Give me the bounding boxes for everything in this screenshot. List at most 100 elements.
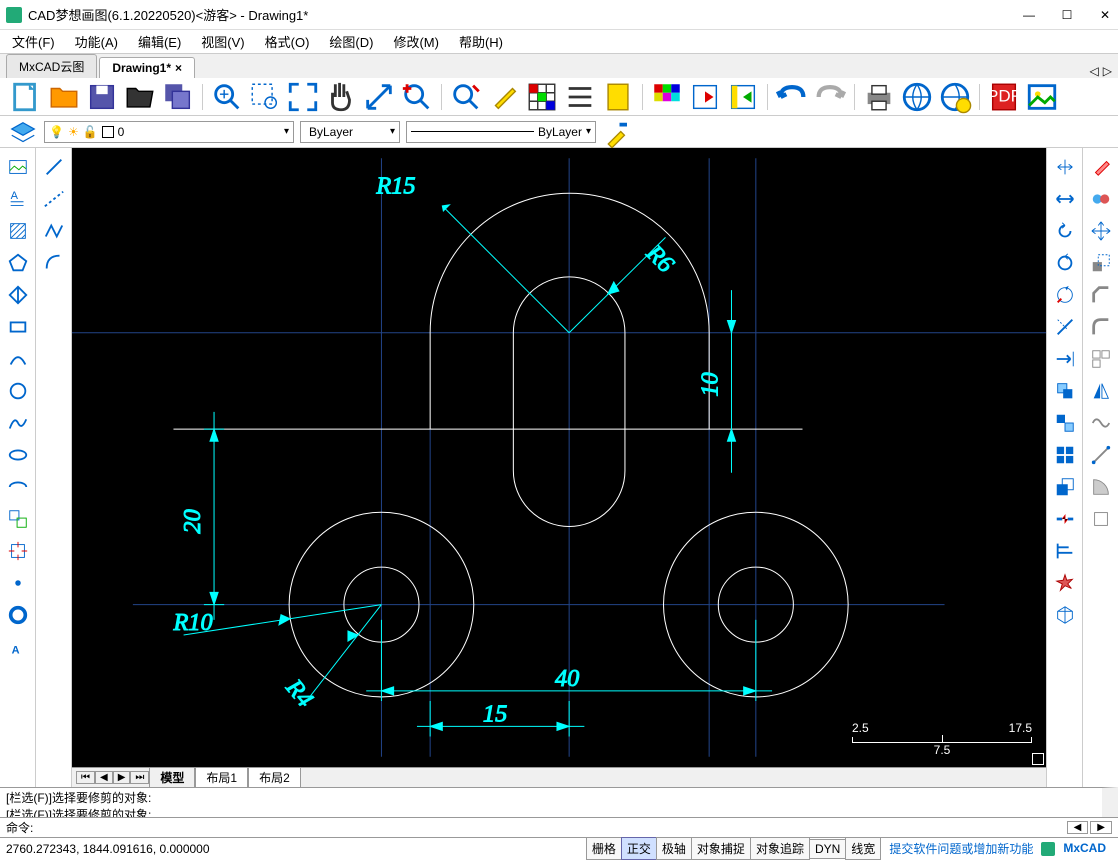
minimize-button[interactable]: — (1022, 8, 1036, 22)
explode-button[interactable] (1050, 568, 1080, 598)
polygon-button[interactable] (3, 280, 33, 310)
donut-button[interactable] (3, 600, 33, 630)
scale-rotate-button[interactable] (1050, 280, 1080, 310)
block-insert-button[interactable] (3, 504, 33, 534)
resize-grip[interactable] (1032, 753, 1044, 765)
save-multi-button[interactable] (160, 81, 196, 113)
misc-button[interactable] (1086, 504, 1116, 534)
toggle-grid[interactable]: 栅格 (586, 837, 622, 860)
menu-file[interactable]: 文件(F) (8, 30, 59, 53)
layer-dropdown[interactable]: 💡 ☀ 🔓 0 ▾ (44, 121, 294, 143)
close-button[interactable]: ✕ (1098, 8, 1112, 22)
zoom-in-button[interactable] (209, 81, 245, 113)
rotate-left-button[interactable] (1050, 216, 1080, 246)
extend-button[interactable] (1050, 344, 1080, 374)
toggle-dyn[interactable]: DYN (809, 839, 846, 859)
scale-button[interactable] (1086, 248, 1116, 278)
offset-button[interactable] (1050, 472, 1080, 502)
lengthen-button[interactable] (1086, 344, 1116, 374)
line-button[interactable] (39, 152, 69, 182)
stretch-button[interactable] (1050, 184, 1080, 214)
menu-edit[interactable]: 编辑(E) (134, 30, 185, 53)
zoom-previous-button[interactable] (399, 81, 435, 113)
brand[interactable]: MxCAD (1041, 841, 1112, 856)
xline-button[interactable] (39, 184, 69, 214)
menu-view[interactable]: 视图(V) (197, 30, 248, 53)
print-button[interactable] (861, 81, 897, 113)
web-settings-button[interactable] (937, 81, 973, 113)
layout-last-button[interactable]: ⏭ (130, 771, 149, 784)
menu-draw[interactable]: 绘图(D) (325, 30, 377, 53)
page-button[interactable] (600, 81, 636, 113)
mtext-button[interactable]: A (3, 184, 33, 214)
feedback-link[interactable]: 提交软件问题或增加新功能 (881, 840, 1041, 857)
color-dropdown[interactable]: ByLayer ▾ (300, 121, 400, 143)
layout1-tab[interactable]: 布局1 (195, 767, 248, 788)
diag-button[interactable] (1086, 440, 1116, 470)
tab-mxcad-cloud[interactable]: MxCAD云图 (6, 54, 97, 78)
linetype-dropdown[interactable]: ByLayer ▾ (406, 121, 596, 143)
mirror2-button[interactable] (1086, 376, 1116, 406)
toggle-otrack[interactable]: 对象追踪 (750, 837, 810, 860)
layout2-tab[interactable]: 布局2 (248, 767, 301, 788)
quarter-button[interactable] (1086, 472, 1116, 502)
new-button[interactable] (8, 81, 44, 113)
fillet-button[interactable] (1086, 312, 1116, 342)
layout-prev-button[interactable]: ◀ (95, 771, 113, 784)
zoom-extents-button[interactable] (285, 81, 321, 113)
block-make-button[interactable] (3, 536, 33, 566)
palette-button[interactable] (649, 81, 685, 113)
drawing-canvas[interactable]: R15 R6 10 20 (72, 148, 1046, 767)
text-button[interactable]: A (3, 632, 33, 662)
tab-prev-icon[interactable]: ◁ (1090, 64, 1099, 78)
list-button[interactable] (562, 81, 598, 113)
open-button[interactable] (46, 81, 82, 113)
tab-next-icon[interactable]: ▷ (1103, 64, 1112, 78)
arc3p-button[interactable] (39, 248, 69, 278)
layout-first-button[interactable]: ⏮ (76, 771, 95, 784)
toggle-lineweight[interactable]: 线宽 (845, 837, 881, 860)
menu-help[interactable]: 帮助(H) (455, 30, 507, 53)
rotate-button[interactable] (1050, 248, 1080, 278)
mirror-button[interactable] (1086, 184, 1116, 214)
point-button[interactable] (3, 568, 33, 598)
toggle-osnap[interactable]: 对象捕捉 (691, 837, 751, 860)
toggle-ortho[interactable]: 正交 (621, 837, 657, 860)
hatch-button[interactable] (3, 216, 33, 246)
save-button[interactable] (84, 81, 120, 113)
cmd-scroll-right[interactable]: ▶ (1090, 821, 1112, 834)
toggle-polar[interactable]: 极轴 (656, 837, 692, 860)
model-tab[interactable]: 模型 (149, 767, 195, 788)
pline-button[interactable] (39, 216, 69, 246)
arc-button[interactable] (3, 344, 33, 374)
copy-button[interactable] (1050, 376, 1080, 406)
isometric-button[interactable] (1050, 600, 1080, 630)
draw-order-button[interactable] (602, 119, 632, 145)
image-button[interactable] (1024, 81, 1060, 113)
pentagon-button[interactable] (3, 248, 33, 278)
pdf-button[interactable]: PDF (986, 81, 1022, 113)
close-tab-icon[interactable]: × (175, 61, 182, 75)
image-insert-button[interactable] (3, 152, 33, 182)
find-button[interactable] (448, 81, 484, 113)
spline-button[interactable] (3, 408, 33, 438)
properties-grid-button[interactable] (524, 81, 560, 113)
web-button[interactable] (899, 81, 935, 113)
undo-button[interactable] (774, 81, 810, 113)
tab-drawing1[interactable]: Drawing1*× (99, 57, 195, 78)
copy2-button[interactable] (1050, 408, 1080, 438)
compare-out-button[interactable] (687, 81, 723, 113)
wave-button[interactable] (1086, 408, 1116, 438)
highlight-button[interactable] (486, 81, 522, 113)
menu-modify[interactable]: 修改(M) (389, 30, 443, 53)
move-4way-button[interactable] (1086, 216, 1116, 246)
maximize-button[interactable]: ☐ (1060, 8, 1074, 22)
move-button[interactable] (1050, 152, 1080, 182)
cmd-scroll-left[interactable]: ◀ (1067, 821, 1089, 834)
rectangle-button[interactable] (3, 312, 33, 342)
break-button[interactable] (1050, 504, 1080, 534)
menu-function[interactable]: 功能(A) (71, 30, 122, 53)
chamfer-button[interactable] (1086, 280, 1116, 310)
layout-next-button[interactable]: ▶ (113, 771, 131, 784)
align-button[interactable] (1050, 536, 1080, 566)
